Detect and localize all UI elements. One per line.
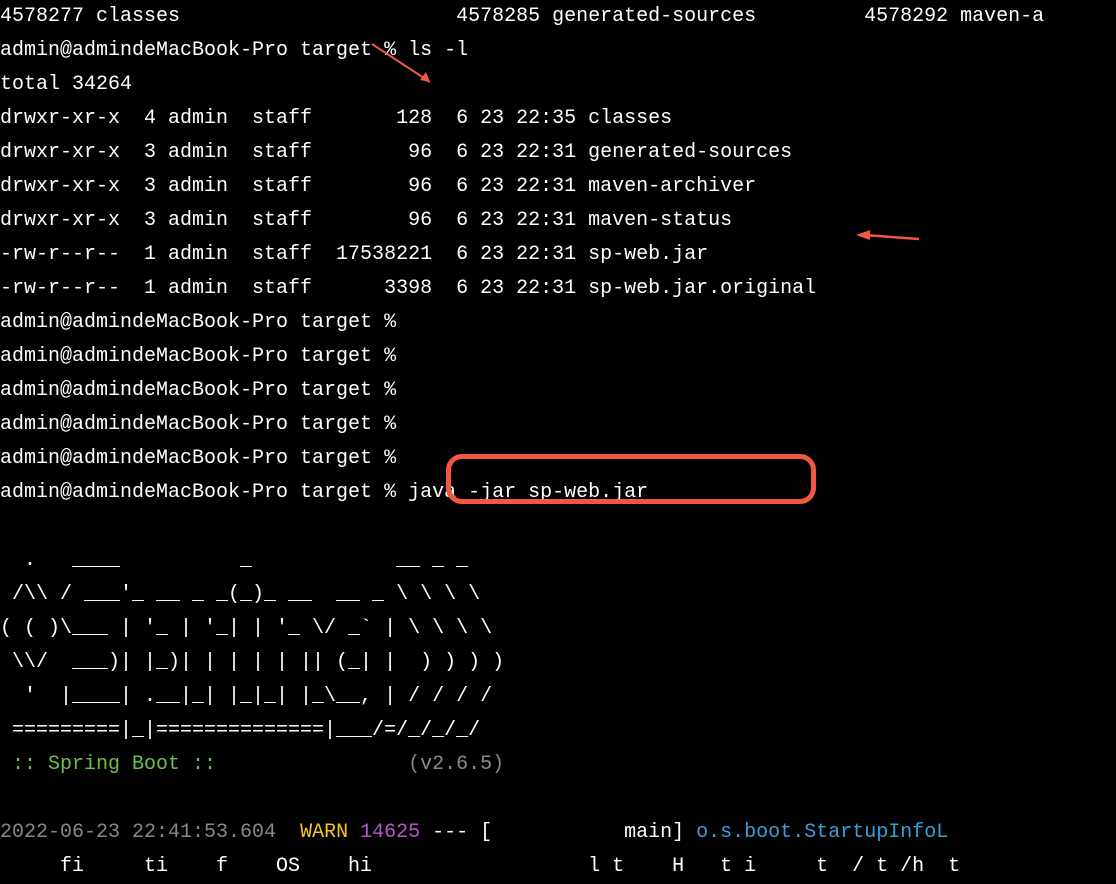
ls-row: drwxr-xr-x 4 admin staff 128 6 23 22:35 … — [0, 102, 1116, 136]
blank-line — [0, 510, 1116, 544]
bottom-cut-line: fi ti f OS hi l t H t i t / t /h t — [0, 850, 1116, 884]
spring-banner-line: /\\ / ___'_ __ _ _(_)_ __ __ _ \ \ \ \ — [0, 578, 1116, 612]
prompt: admin@admindeMacBook-Pro target % — [0, 39, 396, 62]
spring-banner-line: =========|_|==============|___/=/_/_/_/ — [0, 714, 1116, 748]
ls-row: drwxr-xr-x 3 admin staff 96 6 23 22:31 m… — [0, 170, 1116, 204]
arrow-annotation-icon — [854, 225, 922, 245]
log-line: 2022-06-23 22:41:53.604 WARN 14625 --- [… — [0, 816, 1116, 850]
prompt-ls-line: admin@admindeMacBook-Pro target % ls -l — [0, 34, 1116, 68]
total-line: total 34264 — [0, 68, 1116, 102]
spring-version: (v2.6.5) — [408, 753, 504, 776]
log-thread: main] — [492, 821, 684, 844]
empty-prompt-line: admin@admindeMacBook-Pro target % — [0, 340, 1116, 374]
spring-banner-line: ( ( )\___ | '_ | '_| | '_ \/ _` | \ \ \ … — [0, 612, 1116, 646]
log-timestamp: 2022-06-23 22:41:53.604 — [0, 821, 276, 844]
spring-banner-line: ' |____| .__|_| |_|_| |_\__, | / / / / — [0, 680, 1116, 714]
empty-prompt-line: admin@admindeMacBook-Pro target % — [0, 374, 1116, 408]
empty-prompt-line: admin@admindeMacBook-Pro target % — [0, 306, 1116, 340]
prompt-java-line[interactable]: admin@admindeMacBook-Pro target % java -… — [0, 476, 1116, 510]
log-level: WARN — [300, 821, 348, 844]
ls-row: drwxr-xr-x 3 admin staff 96 6 23 22:31 m… — [0, 204, 1116, 238]
arrow-annotation-icon — [370, 42, 440, 90]
prompt: admin@admindeMacBook-Pro target % — [0, 481, 396, 504]
empty-prompt-line: admin@admindeMacBook-Pro target % — [0, 408, 1116, 442]
ls-row: drwxr-xr-x 3 admin staff 96 6 23 22:31 g… — [0, 136, 1116, 170]
spring-boot-label-line: :: Spring Boot :: (v2.6.5) — [0, 748, 1116, 782]
spring-boot-label: :: Spring Boot :: — [0, 753, 228, 776]
spring-banner-line: \\/ ___)| |_)| | | | | || (_| | ) ) ) ) — [0, 646, 1116, 680]
ls-row: -rw-r--r-- 1 admin staff 3398 6 23 22:31… — [0, 272, 1116, 306]
log-dashes: --- [ — [420, 821, 492, 844]
spring-banner-line: . ____ _ __ _ _ — [0, 544, 1116, 578]
log-pid: 14625 — [360, 821, 420, 844]
blank-line — [0, 782, 1116, 816]
empty-prompt-line: admin@admindeMacBook-Pro target % — [0, 442, 1116, 476]
log-class: o.s.boot.StartupInfoL — [696, 821, 948, 844]
java-command: java -jar sp-web.jar — [408, 481, 648, 504]
ls-row: -rw-r--r-- 1 admin staff 17538221 6 23 2… — [0, 238, 1116, 272]
top-cut-line: 4578277 classes 4578285 generated-source… — [0, 0, 1116, 34]
